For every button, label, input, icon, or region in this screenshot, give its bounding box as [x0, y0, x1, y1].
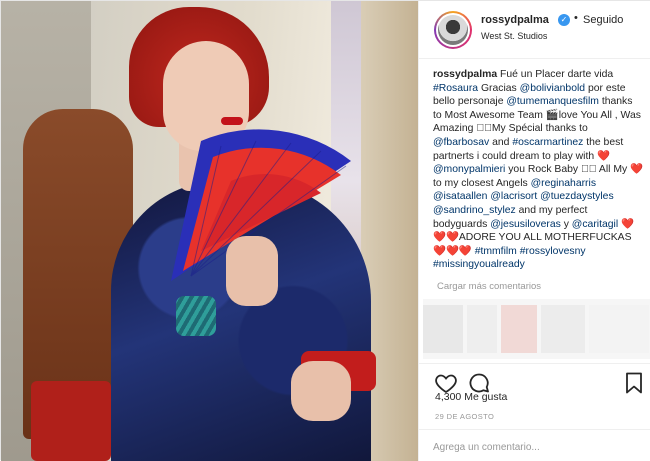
- caption-link[interactable]: #oscarmartinez: [512, 137, 583, 148]
- photo-hand: [226, 236, 278, 306]
- caption-link[interactable]: @sandrino_stylez: [433, 205, 516, 216]
- post-photo[interactable]: [1, 1, 418, 461]
- caption-username[interactable]: rossydpalma: [433, 69, 497, 80]
- post-date[interactable]: 29 DE AGOSTO: [435, 412, 494, 421]
- blurred-comments-area: [423, 299, 650, 359]
- caption-text: Gracias: [478, 82, 520, 94]
- caption-link[interactable]: @reginaharris: [531, 178, 596, 189]
- load-more-comments-link[interactable]: Cargar más comentarios: [437, 281, 541, 292]
- comment-box: [419, 429, 650, 461]
- avatar[interactable]: [434, 11, 472, 49]
- photo-bracelets: [176, 296, 216, 336]
- comment-input[interactable]: [433, 438, 623, 456]
- caption-link[interactable]: #rossylovesny: [520, 246, 586, 257]
- caption-text: Fué un Placer darte vida: [500, 69, 614, 80]
- location-link[interactable]: West St. Studios: [481, 31, 547, 41]
- separator-dot: •: [574, 12, 578, 24]
- username-link[interactable]: rossydpalma: [481, 14, 549, 26]
- caption-link[interactable]: @fbarbosav: [433, 137, 489, 148]
- post-header: rossydpalma ✓ • Seguido West St. Studios: [419, 1, 650, 59]
- instagram-post: rossydpalma ✓ • Seguido West St. Studios…: [0, 0, 650, 461]
- post-side-panel: rossydpalma ✓ • Seguido West St. Studios…: [418, 1, 650, 461]
- caption-link[interactable]: @tuezdaystyles: [540, 191, 614, 202]
- caption-text: and: [489, 136, 513, 148]
- caption-link[interactable]: #tmmfilm: [475, 246, 517, 257]
- caption-link[interactable]: @jesusiloveras: [490, 219, 561, 230]
- likes-count[interactable]: 4,300 Me gusta: [435, 391, 507, 403]
- photo-hand-lower: [291, 361, 351, 421]
- caption-link[interactable]: @lacrisort: [490, 191, 537, 202]
- caption-link[interactable]: @tumemanquesfilm: [506, 96, 599, 107]
- follow-status-button[interactable]: Seguido: [583, 14, 623, 26]
- caption-link[interactable]: @bolivianbold: [520, 83, 585, 94]
- caption-text: y: [560, 218, 572, 230]
- caption-link[interactable]: @isataallen: [433, 191, 487, 202]
- verified-badge-icon: ✓: [558, 14, 570, 26]
- caption-link[interactable]: @caritagil: [572, 219, 618, 230]
- caption-link[interactable]: #Rosaura: [433, 83, 478, 94]
- photo-chair-seat: [31, 381, 111, 461]
- bookmark-icon[interactable]: [624, 371, 644, 395]
- caption-body: Fué un Placer darte vida #Rosaura Gracia…: [433, 69, 643, 270]
- post-caption: rossydpalma Fué un Placer darte vida #Ro…: [433, 68, 643, 272]
- caption-link[interactable]: #missingyoualready: [433, 259, 525, 270]
